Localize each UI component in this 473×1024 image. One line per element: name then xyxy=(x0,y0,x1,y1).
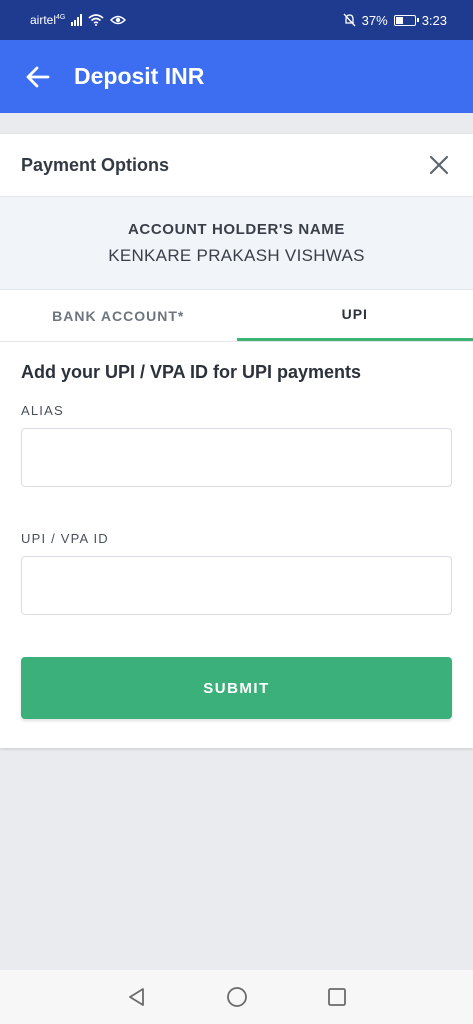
payment-options-card: Payment Options ACCOUNT HOLDER'S NAME KE… xyxy=(0,134,473,748)
card-header: Payment Options xyxy=(0,134,473,197)
page-title: Deposit INR xyxy=(74,63,205,89)
clock: 3:23 xyxy=(421,12,447,28)
submit-button[interactable]: SUBMIT xyxy=(21,657,452,719)
nav-back-button[interactable] xyxy=(122,982,152,1012)
battery-fill xyxy=(395,16,404,24)
tab-bank-account[interactable]: BANK ACCOUNT* xyxy=(0,290,237,341)
card-title: Payment Options xyxy=(21,154,170,175)
tab-upi[interactable]: UPI xyxy=(236,290,473,341)
upi-form: Add your UPI / VPA ID for UPI payments A… xyxy=(0,342,473,719)
status-right: 37% 3:23 xyxy=(343,13,447,28)
upi-vpa-input[interactable] xyxy=(21,556,452,615)
close-button[interactable] xyxy=(425,151,453,179)
close-icon xyxy=(429,155,449,175)
eye-icon xyxy=(110,15,127,25)
home-circle-icon xyxy=(226,987,247,1007)
status-left: airtel4G xyxy=(30,13,127,27)
nav-home-button[interactable] xyxy=(222,982,252,1012)
status-bar: airtel4G 37% 3:23 xyxy=(0,0,473,40)
payment-tabs: BANK ACCOUNT* UPI xyxy=(0,290,473,342)
mute-bell-icon xyxy=(343,13,356,27)
wifi-icon xyxy=(88,14,104,26)
back-triangle-icon xyxy=(128,988,144,1006)
alias-label: ALIAS xyxy=(21,403,64,418)
recents-square-icon xyxy=(327,988,346,1006)
battery-icon xyxy=(393,14,419,26)
account-holder-label: ACCOUNT HOLDER'S NAME xyxy=(128,220,345,238)
app-bar: Deposit INR xyxy=(0,40,473,113)
back-button[interactable] xyxy=(8,40,68,113)
account-holder-name: KENKARE PRAKASH VISHWAS xyxy=(108,245,365,265)
nav-recents-button[interactable] xyxy=(322,982,352,1012)
form-heading: Add your UPI / VPA ID for UPI payments xyxy=(21,362,362,382)
battery-percent: 37% xyxy=(361,12,388,28)
carrier-name: airtel4G xyxy=(30,13,66,27)
signal-icon xyxy=(71,14,83,26)
upi-vpa-label: UPI / VPA ID xyxy=(21,531,109,546)
account-holder-section: ACCOUNT HOLDER'S NAME KENKARE PRAKASH VI… xyxy=(0,197,473,290)
alias-input[interactable] xyxy=(21,428,452,487)
arrow-left-icon xyxy=(26,66,50,87)
system-nav-bar xyxy=(0,970,473,1024)
